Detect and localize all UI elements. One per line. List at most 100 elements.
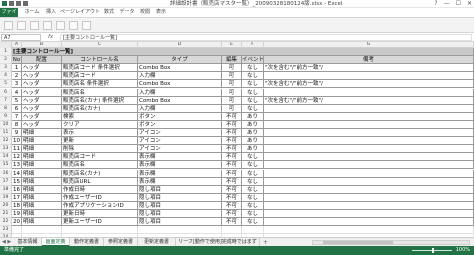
- table-cell-f[interactable]: あり: [242, 112, 264, 121]
- table-cell-b[interactable]: 明細: [22, 177, 62, 186]
- table-cell-e[interactable]: 不可: [222, 169, 242, 178]
- table-cell-g[interactable]: [264, 153, 474, 162]
- table-cell-g[interactable]: [264, 201, 474, 210]
- close-button[interactable]: ✕: [467, 0, 472, 8]
- table-cell-e[interactable]: 不可: [222, 137, 242, 146]
- table-cell-a[interactable]: 10: [12, 137, 22, 146]
- table-cell-g[interactable]: [264, 112, 474, 121]
- table-cell-d[interactable]: ボタン: [138, 112, 222, 121]
- zoom-level[interactable]: 100%: [456, 246, 470, 255]
- table-cell-d[interactable]: 隠し項目: [138, 201, 222, 210]
- table-cell-d[interactable]: 表示欄: [138, 161, 222, 170]
- table-cell-e[interactable]: 可: [222, 104, 242, 113]
- table-cell-b[interactable]: ヘッダ: [22, 88, 62, 97]
- row-number[interactable]: 18: [0, 185, 12, 194]
- table-cell-b[interactable]: 明細: [22, 218, 62, 227]
- table-cell-a[interactable]: 16: [12, 185, 22, 194]
- table-cell-f[interactable]: なし: [242, 96, 264, 105]
- table-cell-f[interactable]: なし: [242, 161, 264, 170]
- table-cell-a[interactable]: 14: [12, 169, 22, 178]
- table-cell-c[interactable]: 販売店コード: [62, 153, 138, 162]
- table-cell-d[interactable]: 入力欄: [138, 72, 222, 81]
- table-cell-a[interactable]: 3: [12, 80, 22, 89]
- table-cell-f[interactable]: なし: [242, 210, 264, 219]
- table-cell-g[interactable]: [264, 145, 474, 154]
- row-number[interactable]: 5: [0, 80, 12, 89]
- table-cell-g[interactable]: [264, 129, 474, 138]
- table-cell-g[interactable]: [264, 104, 474, 113]
- spreadsheet-grid[interactable]: ABCDEFG 1 [主要コントロール一覧] 2 No 配置 コントロール名 タイプ 編集 イベ…: [0, 42, 474, 237]
- table-cell-e[interactable]: 不可: [222, 153, 242, 162]
- save-icon[interactable]: [9, 1, 14, 6]
- table-cell-d[interactable]: ボタン: [138, 120, 222, 129]
- tab-formulas[interactable]: 数式: [102, 8, 116, 17]
- row-number[interactable]: 3: [0, 64, 12, 73]
- table-cell-b[interactable]: 明細: [22, 201, 62, 210]
- table-cell-a[interactable]: 15: [12, 177, 22, 186]
- table-cell-c[interactable]: 更新ユーザーID: [62, 218, 138, 227]
- table-cell-b[interactable]: 明細: [22, 185, 62, 194]
- row-number[interactable]: 8: [0, 104, 12, 113]
- table-cell-c[interactable]: 販売店名(カナ) 条件選択: [62, 96, 138, 105]
- tab-view[interactable]: 表示: [154, 8, 168, 17]
- table-cell-d[interactable]: 隠し項目: [138, 210, 222, 219]
- empty-cell[interactable]: [138, 226, 222, 235]
- table-cell-d[interactable]: 入力欄: [138, 88, 222, 97]
- table-cell-d[interactable]: 表示欄: [138, 169, 222, 178]
- table-cell-e[interactable]: 可: [222, 88, 242, 97]
- row-number[interactable]: 22: [0, 218, 12, 227]
- table-cell-d[interactable]: Combo Box: [138, 64, 222, 73]
- empty-cell[interactable]: [22, 226, 62, 235]
- minimize-button[interactable]: —: [444, 0, 450, 8]
- table-cell-g[interactable]: [264, 185, 474, 194]
- row-number[interactable]: 17: [0, 177, 12, 186]
- header-cell-b[interactable]: 配置: [22, 56, 62, 65]
- table-cell-a[interactable]: 17: [12, 193, 22, 202]
- table-cell-d[interactable]: 表示欄: [138, 153, 222, 162]
- table-cell-a[interactable]: 5: [12, 96, 22, 105]
- empty-cell[interactable]: [264, 226, 474, 235]
- tab-page-layout[interactable]: ページレイアウト: [60, 8, 100, 17]
- table-cell-g[interactable]: [264, 161, 474, 170]
- table-cell-e[interactable]: 不可: [222, 201, 242, 210]
- table-cell-a[interactable]: 12: [12, 153, 22, 162]
- row-number[interactable]: 9: [0, 112, 12, 121]
- empty-cell[interactable]: [12, 226, 22, 235]
- table-cell-g[interactable]: [264, 177, 474, 186]
- row-number[interactable]: 14: [0, 153, 12, 162]
- cells-icon[interactable]: [69, 21, 78, 30]
- table-cell-b[interactable]: ヘッダ: [22, 104, 62, 113]
- horizontal-scroll-thumb[interactable]: [323, 241, 393, 244]
- table-cell-e[interactable]: 不可: [222, 161, 242, 170]
- font-icon[interactable]: [17, 21, 26, 30]
- table-cell-f[interactable]: なし: [242, 80, 264, 89]
- table-cell-e[interactable]: 不可: [222, 129, 242, 138]
- table-cell-e[interactable]: 可: [222, 80, 242, 89]
- table-cell-e[interactable]: 不可: [222, 193, 242, 202]
- table-cell-d[interactable]: 表示欄: [138, 177, 222, 186]
- table-cell-f[interactable]: あり: [242, 137, 264, 146]
- table-cell-g[interactable]: [264, 120, 474, 129]
- table-cell-a[interactable]: 1: [12, 64, 22, 73]
- number-format-icon[interactable]: [43, 21, 52, 30]
- header-cell-d[interactable]: タイプ: [138, 56, 222, 65]
- table-cell-b[interactable]: 明細: [22, 129, 62, 138]
- horizontal-scrollbar[interactable]: [312, 240, 470, 245]
- table-cell-g[interactable]: [264, 137, 474, 146]
- table-cell-e[interactable]: 可: [222, 72, 242, 81]
- table-cell-a[interactable]: 4: [12, 88, 22, 97]
- table-cell-f[interactable]: なし: [242, 201, 264, 210]
- row-number[interactable]: 7: [0, 96, 12, 105]
- header-cell-a[interactable]: No: [12, 56, 22, 65]
- table-cell-b[interactable]: 明細: [22, 193, 62, 202]
- formula-input[interactable]: [主要コントロール一覧]: [60, 34, 472, 41]
- section-title-cell[interactable]: [主要コントロール一覧]: [12, 48, 474, 57]
- table-cell-a[interactable]: 13: [12, 161, 22, 170]
- table-cell-b[interactable]: ヘッダ: [22, 112, 62, 121]
- zoom-knob[interactable]: [432, 248, 434, 253]
- tab-home[interactable]: ホーム: [22, 8, 42, 17]
- table-cell-a[interactable]: 8: [12, 120, 22, 129]
- table-cell-c[interactable]: 販売店コード: [62, 72, 138, 81]
- table-cell-a[interactable]: 11: [12, 145, 22, 154]
- table-cell-c[interactable]: 販売店名: [62, 161, 138, 170]
